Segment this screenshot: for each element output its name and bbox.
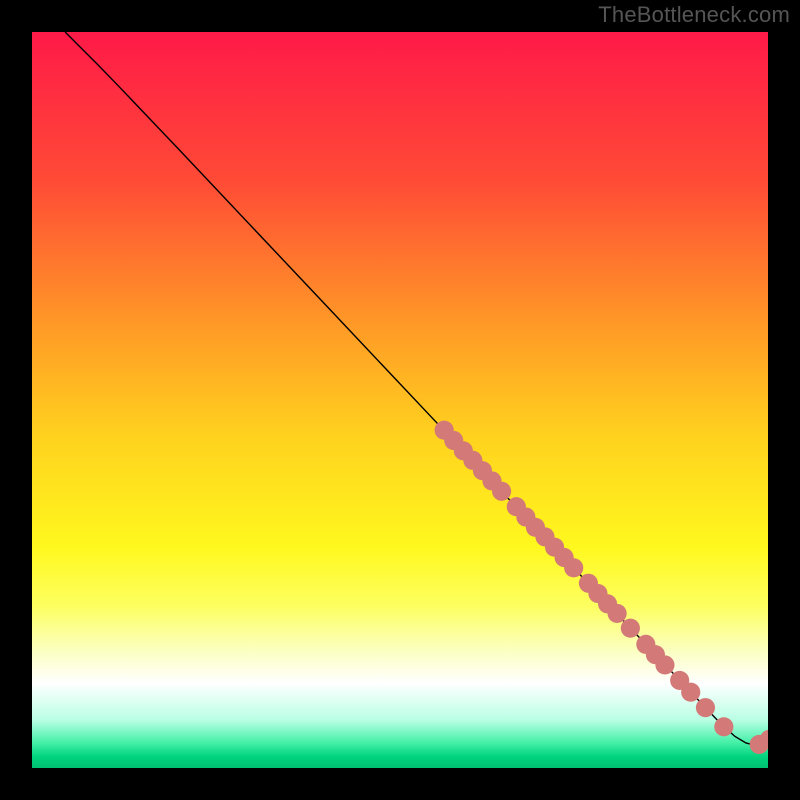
chart-plot [32,32,768,768]
marker-dot [492,482,511,501]
marker-dot [564,558,583,577]
watermark-label: TheBottleneck.com [598,2,790,28]
marker-dot [621,619,640,638]
chart-frame: TheBottleneck.com [0,0,800,800]
marker-dot [714,717,733,736]
marker-dot [608,604,627,623]
marker-dot [681,683,700,702]
chart-svg [32,32,768,768]
marker-dot [696,698,715,717]
marker-dot [655,655,674,674]
